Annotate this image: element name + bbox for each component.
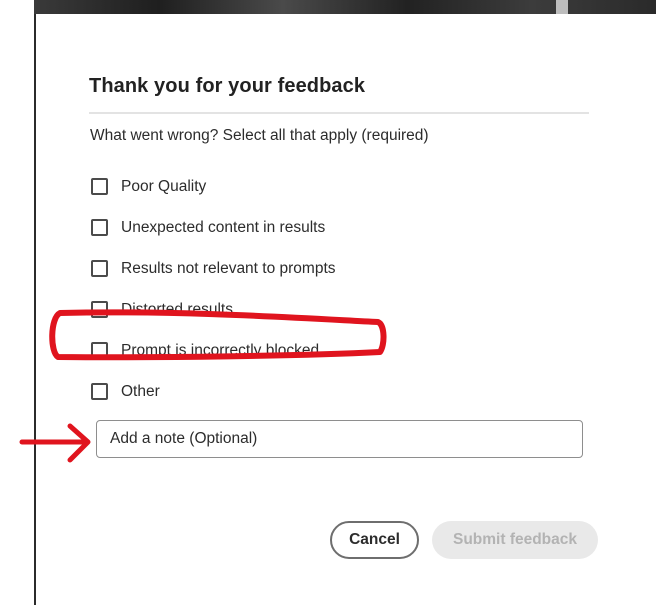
checkbox[interactable] bbox=[91, 342, 108, 359]
option-unexpected-content[interactable]: Unexpected content in results bbox=[91, 207, 336, 248]
background-image-strip bbox=[34, 0, 656, 14]
feedback-dialog: Thank you for your feedback What went wr… bbox=[36, 20, 648, 605]
question-label: What went wrong? Select all that apply (… bbox=[90, 127, 429, 144]
option-label: Unexpected content in results bbox=[121, 218, 326, 236]
dialog-title: Thank you for your feedback bbox=[89, 75, 366, 97]
option-other[interactable]: Other bbox=[91, 371, 336, 412]
option-label: Poor Quality bbox=[121, 177, 207, 195]
checkbox[interactable] bbox=[91, 383, 108, 400]
feedback-options-list: Poor Quality Unexpected content in resul… bbox=[91, 166, 336, 412]
option-poor-quality[interactable]: Poor Quality bbox=[91, 166, 336, 207]
option-label: Distorted results bbox=[121, 300, 233, 318]
checkbox[interactable] bbox=[91, 178, 108, 195]
note-input[interactable] bbox=[96, 420, 583, 458]
option-label: Other bbox=[121, 382, 160, 400]
screen: Thank you for your feedback What went wr… bbox=[0, 0, 656, 605]
checkbox[interactable] bbox=[91, 260, 108, 277]
checkbox[interactable] bbox=[91, 301, 108, 318]
checkbox[interactable] bbox=[91, 219, 108, 236]
background-scroll-hint bbox=[556, 0, 568, 14]
option-not-relevant[interactable]: Results not relevant to prompts bbox=[91, 248, 336, 289]
submit-feedback-button[interactable]: Submit feedback bbox=[432, 521, 598, 559]
option-label: Prompt is incorrectly blocked bbox=[121, 341, 320, 359]
option-label: Results not relevant to prompts bbox=[121, 259, 336, 277]
cancel-button[interactable]: Cancel bbox=[330, 521, 419, 559]
option-incorrectly-blocked[interactable]: Prompt is incorrectly blocked bbox=[91, 330, 336, 371]
title-divider bbox=[89, 112, 589, 114]
option-distorted-results[interactable]: Distorted results bbox=[91, 289, 336, 330]
